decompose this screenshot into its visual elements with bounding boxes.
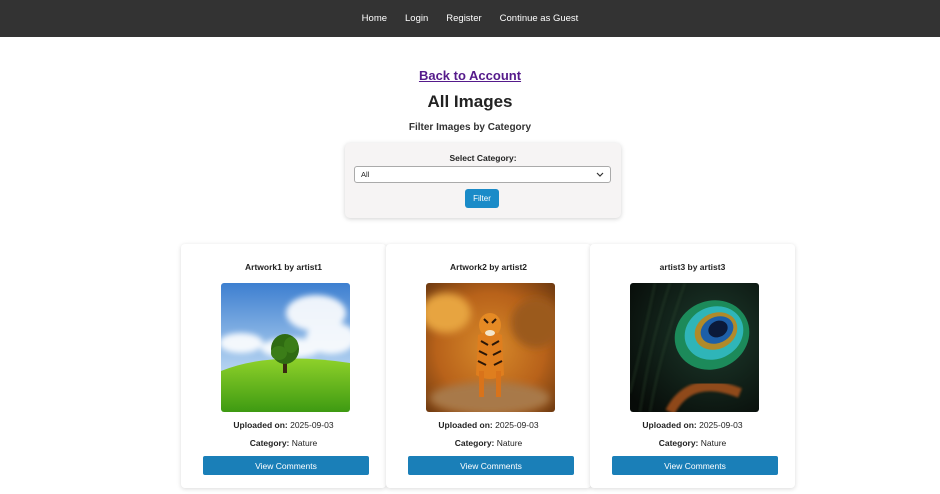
category-info: Category: Nature: [590, 438, 795, 448]
nav-login-link[interactable]: Login: [405, 13, 428, 24]
category-select-label: Select Category:: [449, 153, 517, 163]
nav-register-link[interactable]: Register: [446, 13, 481, 24]
category-select[interactable]: All: [354, 166, 611, 183]
upload-date-label: Uploaded on:: [233, 420, 291, 430]
nav-guest-link[interactable]: Continue as Guest: [500, 13, 579, 24]
category-info: Category: Nature: [181, 438, 386, 448]
view-comments-button[interactable]: View Comments: [612, 456, 778, 475]
category-label: Category:: [658, 438, 701, 448]
image-card: artist3 by artist3 Uploaded on: 2025-09-…: [590, 244, 795, 488]
view-comments-button[interactable]: View Comments: [408, 456, 574, 475]
card-title: artist3 by artist3: [659, 262, 726, 272]
chevron-down-icon: [596, 172, 604, 177]
nav-home-link[interactable]: Home: [362, 13, 387, 24]
filter-panel: Select Category: All Filter: [345, 143, 621, 218]
artwork-image-green-hill: [221, 283, 350, 412]
upload-date: Uploaded on: 2025-09-03: [181, 420, 386, 430]
artwork-image-tiger: [426, 283, 555, 412]
category-value: Nature: [291, 438, 318, 448]
category-label: Category:: [454, 438, 497, 448]
image-card: Artwork1 by artist1 Uploaded on: 2025-09…: [181, 244, 386, 488]
card-title: Artwork1 by artist1: [245, 262, 322, 272]
category-info: Category: Nature: [386, 438, 591, 448]
artwork-image-peacock-feather: [630, 283, 759, 412]
upload-date: Uploaded on: 2025-09-03: [590, 420, 795, 430]
upload-date-value: 2025-09-03: [699, 420, 743, 430]
filter-button[interactable]: Filter: [465, 189, 499, 208]
category-value: Nature: [700, 438, 727, 448]
image-card: Artwork2 by artist2 Uploaded on: 2025-09…: [386, 244, 591, 488]
upload-date-value: 2025-09-03: [495, 420, 539, 430]
upload-date: Uploaded on: 2025-09-03: [386, 420, 591, 430]
upload-date-label: Uploaded on:: [438, 420, 496, 430]
page-title: All Images: [427, 92, 513, 111]
filter-heading: Filter Images by Category: [408, 122, 532, 133]
back-link-container: Back to Account: [0, 67, 940, 85]
upload-date-value: 2025-09-03: [290, 420, 334, 430]
category-select-value: All: [361, 170, 370, 179]
green-hill-tree-picture: [221, 283, 350, 412]
back-to-account-link[interactable]: Back to Account: [419, 68, 521, 83]
peacock-feather-picture: [630, 283, 759, 412]
tiger-picture: [426, 283, 555, 412]
category-value: Nature: [496, 438, 523, 448]
category-label: Category:: [249, 438, 292, 448]
top-navigation: Home Login Register Continue as Guest: [0, 0, 940, 37]
view-comments-button[interactable]: View Comments: [203, 456, 369, 475]
card-title: Artwork2 by artist2: [450, 262, 527, 272]
upload-date-label: Uploaded on:: [642, 420, 700, 430]
